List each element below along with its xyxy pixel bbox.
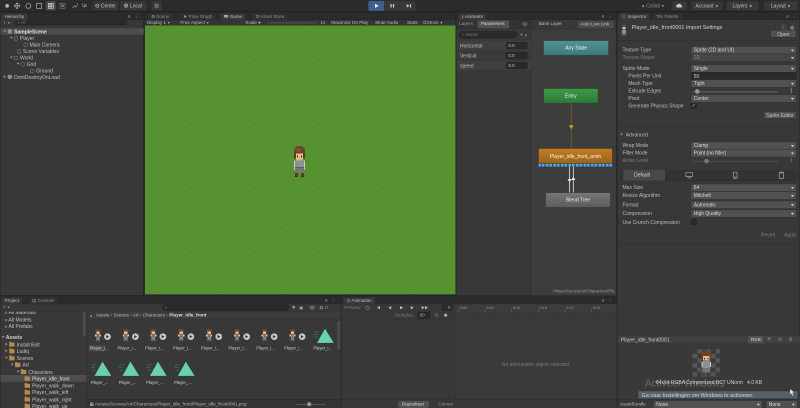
svg-text:0:00: 0:00 <box>460 306 467 310</box>
svg-text:0:10: 0:10 <box>513 306 520 310</box>
svg-text:0:15: 0:15 <box>540 306 547 310</box>
svg-text:0:25: 0:25 <box>593 306 600 310</box>
svg-text:0:20: 0:20 <box>566 306 573 310</box>
svg-text:0:05: 0:05 <box>486 306 493 310</box>
svg-text:17: 17 <box>324 306 328 310</box>
